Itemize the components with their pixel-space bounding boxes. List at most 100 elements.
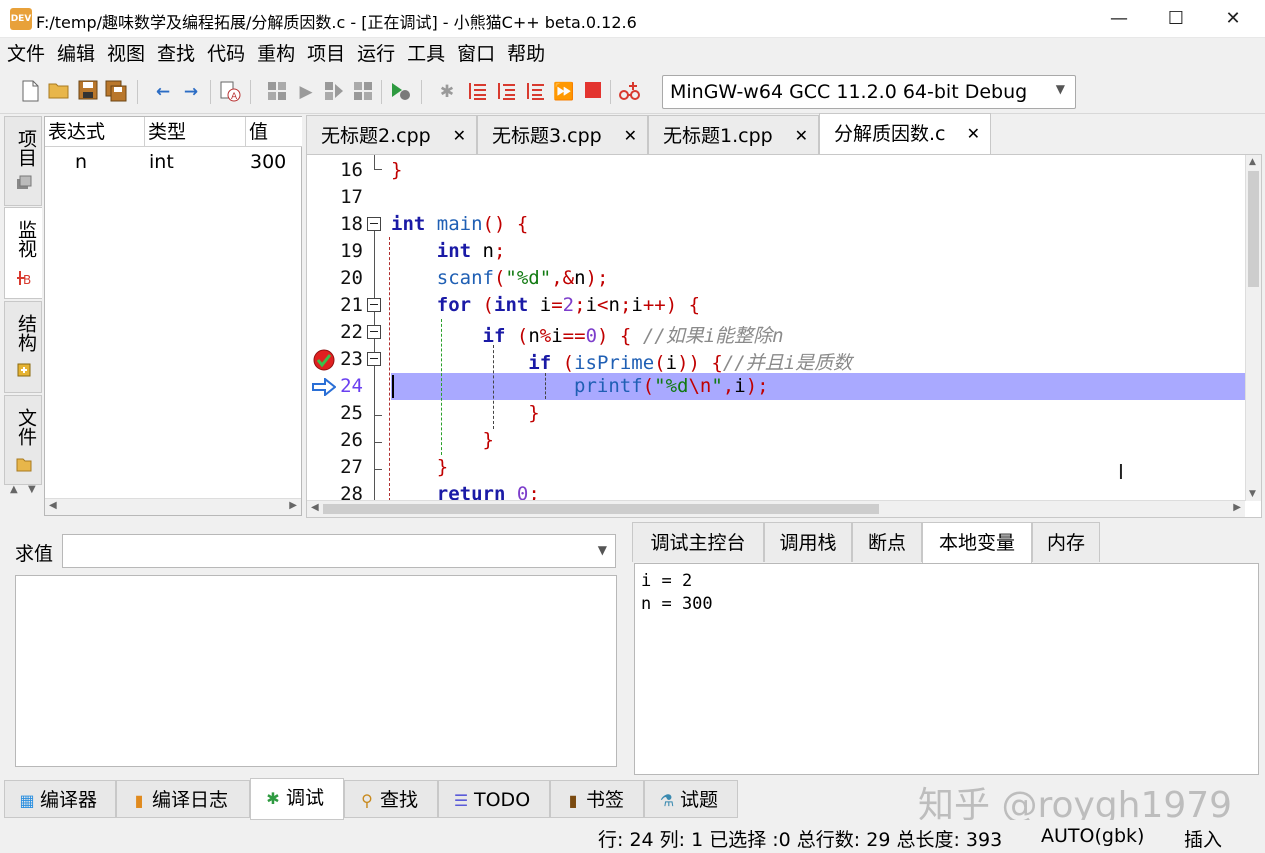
scroll-left-icon[interactable]: ◀ [311, 502, 319, 513]
code-line[interactable]: if (isPrime(i)) {//并且i是质数 [391, 348, 852, 375]
continue-icon[interactable]: ⏩ [552, 80, 576, 104]
bottom-tab-compile-log[interactable]: ▮ 编译日志 [116, 780, 250, 818]
debug-tab-memory[interactable]: 内存 [1032, 522, 1100, 562]
watch-header-value[interactable]: 值 [246, 117, 302, 147]
scroll-right-icon[interactable]: ▶ [289, 500, 297, 511]
watch-row-value[interactable]: 300 [250, 151, 286, 173]
editor-tab[interactable]: 无标题2.cpp ✕ [306, 115, 477, 155]
editor-vertical-scrollbar[interactable]: ▲ ▼ [1245, 155, 1261, 501]
menu-tools[interactable]: 工具 [402, 38, 450, 70]
scroll-down-icon[interactable]: ▼ [1249, 489, 1256, 499]
project-icon [17, 175, 32, 189]
menu-project[interactable]: 项目 [302, 38, 350, 70]
debug-run-icon[interactable] [388, 80, 412, 104]
menu-file[interactable]: 文件 [2, 38, 50, 70]
close-button[interactable]: ✕ [1204, 0, 1262, 38]
fold-toggle[interactable] [367, 325, 381, 339]
side-tab-project[interactable]: 项目 [4, 116, 42, 206]
close-tab-icon[interactable]: ✕ [624, 116, 637, 156]
compile-run-icon[interactable] [322, 80, 346, 104]
side-tabs-scroll[interactable]: ▲ ▼ [4, 482, 42, 500]
watch-header-type[interactable]: 类型 [145, 117, 246, 147]
bottom-tab-search[interactable]: ⚲ 查找 [344, 780, 438, 818]
editor-horizontal-scrollbar[interactable]: ◀ ▶ [307, 500, 1245, 517]
rebuild-icon[interactable] [351, 80, 375, 104]
scroll-up-icon[interactable]: ▲ [1249, 157, 1256, 167]
scroll-left-icon[interactable]: ◀ [49, 500, 57, 511]
debug-tab-locals[interactable]: 本地变量 [922, 522, 1032, 564]
save-icon[interactable] [76, 80, 100, 104]
step-into-icon[interactable] [494, 80, 518, 104]
run-icon[interactable]: ▶ [294, 80, 318, 104]
step-over-icon[interactable] [465, 80, 489, 104]
code-line[interactable]: int main() { [391, 213, 528, 235]
code-line[interactable]: int n; [391, 240, 506, 262]
status-encoding[interactable]: AUTO(gbk) [1041, 825, 1144, 847]
eval-input[interactable]: ▼ [62, 534, 616, 568]
code-line[interactable]: } [391, 159, 402, 181]
scroll-thumb[interactable] [1248, 171, 1259, 287]
code-line-current[interactable]: printf("%d\n",i); [391, 375, 769, 397]
editor-tab-active[interactable]: 分解质因数.c ✕ [819, 113, 991, 156]
menu-run[interactable]: 运行 [352, 38, 400, 70]
scroll-up-icon[interactable]: ▲ [10, 484, 18, 495]
menu-refactor[interactable]: 重构 [252, 38, 300, 70]
step-out-icon[interactable] [523, 80, 547, 104]
fold-toggle[interactable] [367, 217, 381, 231]
scroll-thumb[interactable] [323, 504, 879, 514]
watch-header-expression[interactable]: 表达式 [45, 117, 145, 147]
side-tab-files[interactable]: 文件 [4, 395, 42, 485]
eval-output[interactable] [15, 575, 617, 767]
chevron-down-icon[interactable]: ▼ [598, 543, 607, 557]
debug-tab-callstack[interactable]: 调用栈 [764, 522, 852, 562]
open-folder-icon[interactable] [47, 80, 71, 104]
scroll-right-icon[interactable]: ▶ [1233, 502, 1241, 513]
locals-panel[interactable]: i = 2 n = 300 [634, 563, 1259, 775]
maximize-button[interactable]: ☐ [1147, 0, 1205, 38]
debug-tab-console[interactable]: 调试主控台 [632, 522, 764, 562]
add-watch-icon[interactable] [618, 80, 642, 104]
watch-row-expression[interactable]: n [75, 151, 87, 173]
compiler-select[interactable]: MinGW-w64 GCC 11.2.0 64-bit Debug ▼ [662, 75, 1076, 109]
fold-toggle[interactable] [367, 298, 381, 312]
editor-gutter[interactable]: 16 17 18 19 20 21 22 23 24 25 26 27 28 [307, 155, 387, 505]
code-line[interactable]: } [391, 402, 539, 424]
redo-icon[interactable]: → [179, 80, 203, 104]
close-tab-icon[interactable]: ✕ [795, 116, 808, 156]
bottom-tab-debug[interactable]: ✱ 调试 [250, 778, 344, 820]
bottom-tab-todo[interactable]: ☰ TODO [438, 780, 550, 818]
bottom-tab-compiler[interactable]: ▦ 编译器 [4, 780, 116, 818]
menu-edit[interactable]: 编辑 [52, 38, 100, 70]
bottom-tab-problems[interactable]: ⚗ 试题 [644, 780, 738, 818]
side-tab-structure[interactable]: 结构 [4, 301, 42, 393]
side-tab-watch[interactable]: 监视 B [4, 207, 42, 299]
code-line[interactable]: for (int i=2;i<n;i++) { [391, 294, 700, 316]
code-line[interactable]: if (n%i==0) { //如果i能整除n [391, 321, 784, 348]
menu-help[interactable]: 帮助 [502, 38, 550, 70]
code-line[interactable]: } [391, 456, 448, 478]
bottom-tab-bookmarks[interactable]: ▮ 书签 [550, 780, 644, 818]
close-tab-icon[interactable]: ✕ [967, 114, 980, 154]
code-line[interactable]: scanf("%d",&n); [391, 267, 609, 289]
debug-tab-breakpoints[interactable]: 断点 [852, 522, 922, 562]
menu-code[interactable]: 代码 [202, 38, 250, 70]
bug-icon[interactable]: ✱ [435, 80, 459, 104]
minimize-button[interactable]: — [1090, 0, 1148, 38]
menu-search[interactable]: 查找 [152, 38, 200, 70]
breakpoint-icon[interactable] [312, 348, 336, 372]
editor-tab[interactable]: 无标题1.cpp ✕ [648, 115, 819, 155]
close-tab-icon[interactable]: ✕ [453, 116, 466, 156]
editor-tab[interactable]: 无标题3.cpp ✕ [477, 115, 648, 155]
scroll-down-icon[interactable]: ▼ [28, 484, 36, 495]
compile-icon[interactable] [265, 80, 289, 104]
stop-debug-icon[interactable] [581, 80, 605, 104]
new-file-icon[interactable] [18, 80, 42, 104]
save-all-icon[interactable] [104, 80, 128, 104]
menu-view[interactable]: 视图 [102, 38, 150, 70]
undo-icon[interactable]: ← [151, 80, 175, 104]
watch-horizontal-scrollbar[interactable]: ◀ ▶ [45, 498, 301, 515]
code-line[interactable]: } [391, 429, 494, 451]
menu-window[interactable]: 窗口 [452, 38, 500, 70]
fold-toggle[interactable] [367, 352, 381, 366]
format-code-icon[interactable]: A [218, 80, 242, 104]
